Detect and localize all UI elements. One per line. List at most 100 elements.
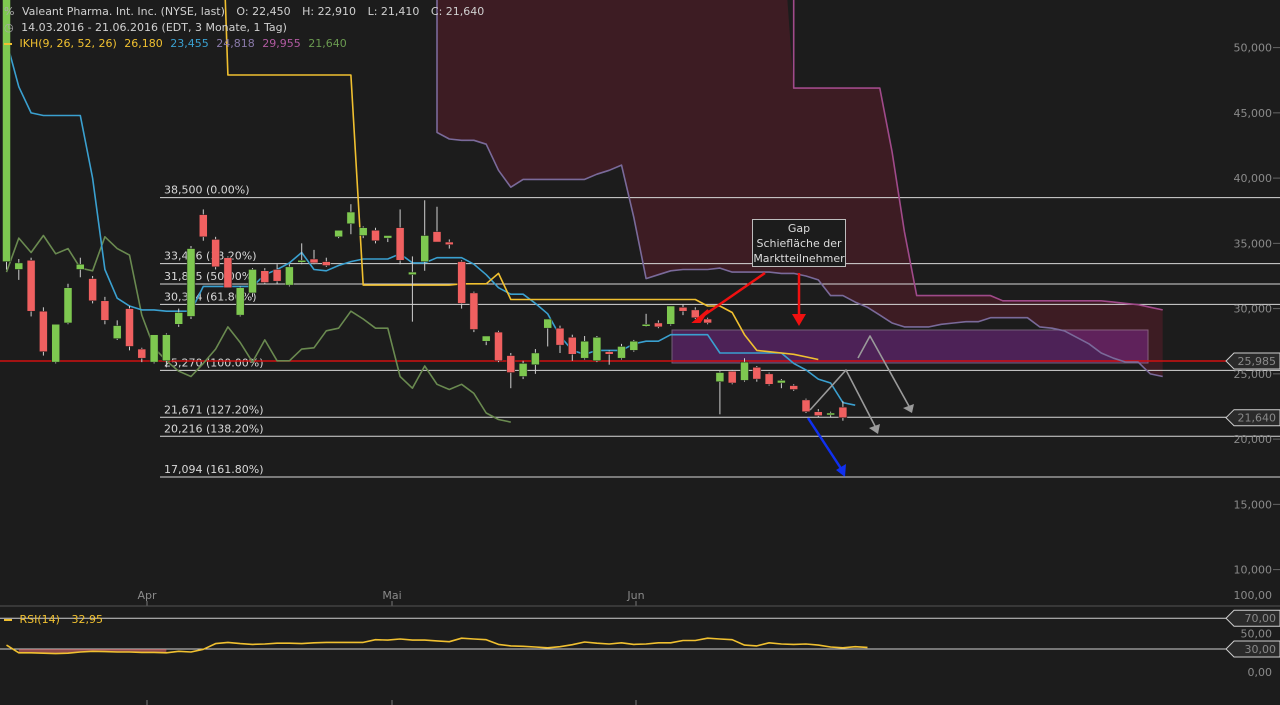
blue-arrow	[806, 417, 844, 471]
candle-down	[604, 351, 614, 355]
candle-down	[432, 231, 442, 243]
candle-down	[814, 411, 823, 416]
candle-up	[346, 211, 356, 225]
y-tick-label: 45,000	[1234, 107, 1273, 120]
candle-up	[592, 337, 602, 362]
gap-annotation: Gap Schiefläche der Marktteilnehmer	[752, 219, 846, 267]
fib-label: 21,671 (127.20%)	[164, 403, 264, 416]
candle-down	[39, 310, 48, 352]
candle-down	[838, 406, 848, 418]
gap-annotation-line: Marktteilnehmer	[753, 252, 845, 265]
candle-down	[137, 348, 147, 359]
x-tick-label: Jun	[626, 589, 644, 602]
candle-up	[297, 260, 306, 263]
candle-down	[445, 241, 454, 245]
percent-icon: %	[4, 5, 15, 18]
close-value: C: 21,640	[430, 5, 485, 18]
x-tick-label: Mai	[382, 589, 401, 602]
clock-icon: ◷	[4, 21, 14, 34]
candle-up	[531, 352, 540, 365]
open-value: O: 22,450	[236, 5, 291, 18]
gap-annotation-line: Gap	[787, 222, 811, 235]
candle-up	[334, 230, 343, 238]
red-arrow-diagonal	[699, 271, 766, 320]
candle-up	[235, 287, 245, 316]
candle-up	[481, 335, 491, 342]
candle-up	[641, 324, 651, 327]
y-tick-label: 20,000	[1234, 433, 1273, 446]
candle-down	[457, 261, 466, 304]
candle-up	[543, 318, 552, 329]
red-arrow-head	[792, 314, 806, 326]
price-chart: 38,500 (0.00%) 33,446 (38.20%) 31,885 (50.…	[0, 0, 1280, 705]
ikh-value-senkou-a: 24,818	[216, 37, 255, 50]
candle-up	[63, 287, 73, 324]
rsi-label: RSI(14)	[19, 613, 60, 626]
candle-up	[162, 334, 171, 362]
ikh-value-tenkan: 23,455	[170, 37, 209, 50]
candle-down	[691, 309, 700, 318]
y-tick-label: 35,000	[1234, 237, 1273, 250]
rsi-y-tick-label: 50,00	[1241, 628, 1273, 641]
high-value: H: 22,910	[302, 5, 357, 18]
candle-up	[285, 266, 294, 286]
fib-label: 20,216 (138.20%)	[164, 422, 264, 435]
candle-down	[322, 261, 331, 266]
candle-up	[580, 340, 589, 359]
candle-up	[383, 235, 393, 239]
candle-up	[740, 361, 749, 381]
candle-down	[678, 307, 688, 312]
blue-arrow-head	[836, 464, 846, 477]
rsi-legend-swatch	[4, 619, 12, 621]
ikh-value-chikou: 21,640	[308, 37, 347, 50]
candle-down	[211, 239, 220, 268]
rsi-y-tick-label: 0,00	[1248, 666, 1273, 679]
candle-up	[666, 305, 675, 325]
candle-up	[420, 235, 429, 262]
y-tick-label: 25,000	[1234, 368, 1273, 381]
candle-down	[100, 300, 110, 321]
header-line-3: IKH(9, 26, 52, 26) 26,180 23,455 24,818 …	[4, 37, 351, 51]
candle-up	[51, 324, 60, 363]
candle-down	[568, 337, 577, 355]
candle-down	[555, 327, 565, 346]
y-tick-label: 10,000	[1234, 564, 1273, 577]
ikh-legend-swatch	[4, 43, 12, 45]
fib-label: 31,885 (50.00%)	[164, 270, 257, 283]
fib-label: 38,500 (0.00%)	[164, 184, 250, 197]
candle-down	[752, 367, 762, 380]
header-line-2: ◷ 14.03.2016 - 21.06.2016 (EDT, 3 Monate…	[4, 21, 291, 35]
y-tick-label: 30,000	[1234, 303, 1273, 316]
x-tick-label: Apr	[137, 589, 157, 602]
ikh-value-senkou-b: 29,955	[262, 37, 301, 50]
candle-down	[801, 399, 811, 412]
candle-up	[777, 380, 786, 384]
rsi-legend: RSI(14) 32,95	[4, 613, 107, 627]
period-text: 14.03.2016 - 21.06.2016 (EDT, 3 Monate, …	[21, 21, 287, 34]
candle-up	[76, 263, 85, 270]
candle-down	[125, 308, 134, 347]
gap-annotation-line: Schiefläche der	[756, 237, 842, 250]
rsi-value: 32,95	[71, 613, 103, 626]
ikh-label: IKH(9, 26, 52, 26)	[19, 37, 117, 50]
candle-down	[764, 373, 774, 385]
candle-up	[826, 412, 835, 416]
candle-down	[371, 230, 380, 241]
candle-down	[395, 227, 405, 261]
candle-down	[272, 269, 282, 282]
candle-down	[223, 257, 233, 288]
support-price-tag-text: 25,985	[1238, 355, 1277, 368]
candle-down	[199, 214, 208, 238]
fib-label: 25,270 (100.00%)	[164, 356, 264, 369]
candle-up	[358, 227, 368, 236]
rsi-70-tag-text: 70,00	[1245, 612, 1277, 625]
candle-down	[469, 292, 479, 330]
candle-down	[789, 385, 798, 390]
candle-up	[186, 248, 196, 317]
candle-up	[14, 262, 24, 270]
last-price-tag-text: 21,640	[1238, 412, 1277, 425]
candle-down	[260, 270, 270, 283]
candle-down	[506, 355, 516, 373]
candle-down	[494, 331, 503, 362]
candle-up	[617, 346, 626, 359]
